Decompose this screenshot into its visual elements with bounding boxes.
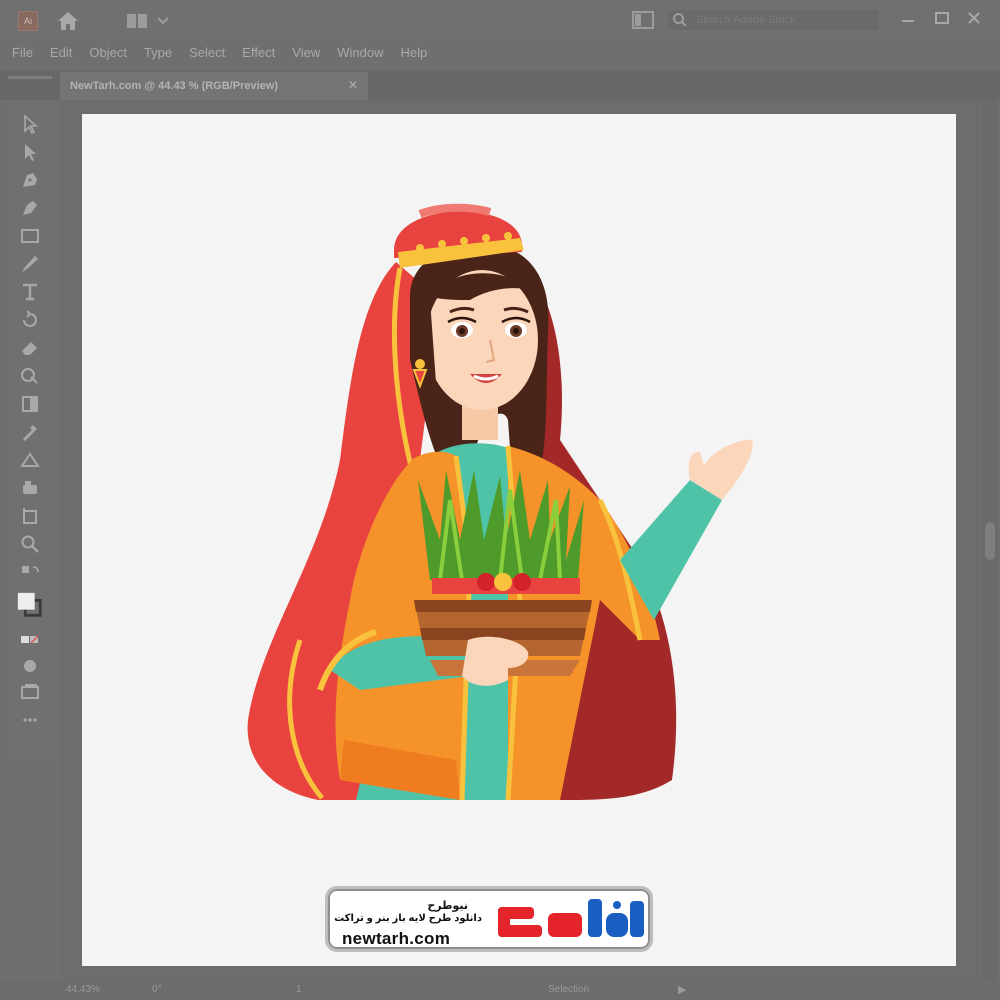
menu-effect[interactable]: Effect bbox=[242, 45, 275, 60]
workspace-switcher-icon[interactable] bbox=[126, 12, 174, 30]
fill-stroke-swatch[interactable] bbox=[16, 588, 44, 622]
close-window-icon[interactable] bbox=[964, 8, 984, 28]
play-icon[interactable]: ▶ bbox=[678, 983, 686, 996]
arrange-documents-icon[interactable] bbox=[632, 11, 654, 29]
current-tool-label: Selection bbox=[548, 984, 590, 995]
zoom-level[interactable]: 44.43% bbox=[66, 984, 100, 995]
swap-fill-stroke-icon[interactable] bbox=[16, 562, 44, 586]
menu-edit[interactable]: Edit bbox=[50, 45, 72, 60]
rectangle-tool-icon[interactable] bbox=[16, 224, 44, 248]
gradient-tool-icon[interactable] bbox=[16, 392, 44, 416]
search-icon bbox=[673, 13, 687, 27]
selection-tool-icon[interactable] bbox=[16, 112, 44, 136]
edit-toolbar-icon[interactable] bbox=[16, 708, 44, 732]
artboard-number[interactable]: 1 bbox=[296, 984, 302, 995]
menu-window[interactable]: Window bbox=[337, 45, 383, 60]
pen-tool-icon[interactable] bbox=[16, 168, 44, 192]
menu-file[interactable]: File bbox=[12, 45, 33, 60]
title-bar: Ai Search Adobe Stock bbox=[0, 0, 1000, 38]
menu-select[interactable]: Select bbox=[189, 45, 225, 60]
type-tool-icon[interactable] bbox=[16, 280, 44, 304]
menu-object[interactable]: Object bbox=[89, 45, 127, 60]
paintbrush-tool-icon[interactable] bbox=[16, 252, 44, 276]
artboard-tool-icon[interactable] bbox=[16, 504, 44, 528]
rotation-angle[interactable]: 0° bbox=[152, 984, 162, 995]
rotate-tool-icon[interactable] bbox=[16, 308, 44, 332]
minimize-icon[interactable] bbox=[898, 8, 918, 28]
curvature-tool-icon[interactable] bbox=[16, 196, 44, 220]
tab-close-icon[interactable]: ✕ bbox=[348, 78, 358, 92]
watermark-brand-name: نیوطرح bbox=[427, 900, 468, 912]
newtarh-logo bbox=[498, 899, 644, 937]
menu-bar: File Edit Object Type Select Effect View… bbox=[0, 40, 1000, 64]
search-input[interactable]: Search Adobe Stock bbox=[668, 10, 878, 30]
home-icon[interactable] bbox=[56, 10, 80, 32]
drawing-mode-icon[interactable] bbox=[16, 654, 44, 678]
document-tab[interactable]: NewTarh.com @ 44.43 % (RGB/Preview) ✕ bbox=[60, 72, 368, 100]
watermark-tagline: دانلود طرح لایه باز بنر و تراکت bbox=[334, 913, 482, 924]
scrollbar-thumb[interactable] bbox=[985, 522, 995, 560]
screen-mode-icon[interactable] bbox=[16, 680, 44, 704]
illustrator-app-icon: Ai bbox=[18, 11, 38, 31]
menu-help[interactable]: Help bbox=[400, 45, 427, 60]
watermark-url: newtarh.com bbox=[342, 929, 451, 948]
panel-grip[interactable] bbox=[8, 76, 52, 79]
newtarh-watermark: نیوطرح دانلود طرح لایه باز بنر و تراکت n… bbox=[325, 886, 653, 952]
shape-builder-tool-icon[interactable] bbox=[16, 364, 44, 388]
direct-selection-tool-icon[interactable] bbox=[16, 140, 44, 164]
artboard[interactable] bbox=[82, 114, 956, 966]
zoom-tool-icon[interactable] bbox=[16, 532, 44, 556]
vertical-scrollbar[interactable] bbox=[982, 100, 998, 980]
menu-view[interactable]: View bbox=[292, 45, 320, 60]
blend-tool-icon[interactable] bbox=[16, 448, 44, 472]
color-mode-icon[interactable] bbox=[16, 628, 44, 652]
tools-panel bbox=[8, 104, 54, 754]
maximize-icon[interactable] bbox=[932, 8, 952, 28]
symbol-sprayer-tool-icon[interactable] bbox=[16, 476, 44, 500]
eraser-tool-icon[interactable] bbox=[16, 336, 44, 360]
status-bar: 44.43% 0° 1 Selection ▶ bbox=[0, 980, 1000, 1000]
document-tab-title: NewTarh.com @ 44.43 % (RGB/Preview) bbox=[70, 80, 278, 92]
eyedropper-tool-icon[interactable] bbox=[16, 420, 44, 444]
menu-type[interactable]: Type bbox=[144, 45, 172, 60]
search-placeholder: Search Adobe Stock bbox=[696, 14, 796, 26]
